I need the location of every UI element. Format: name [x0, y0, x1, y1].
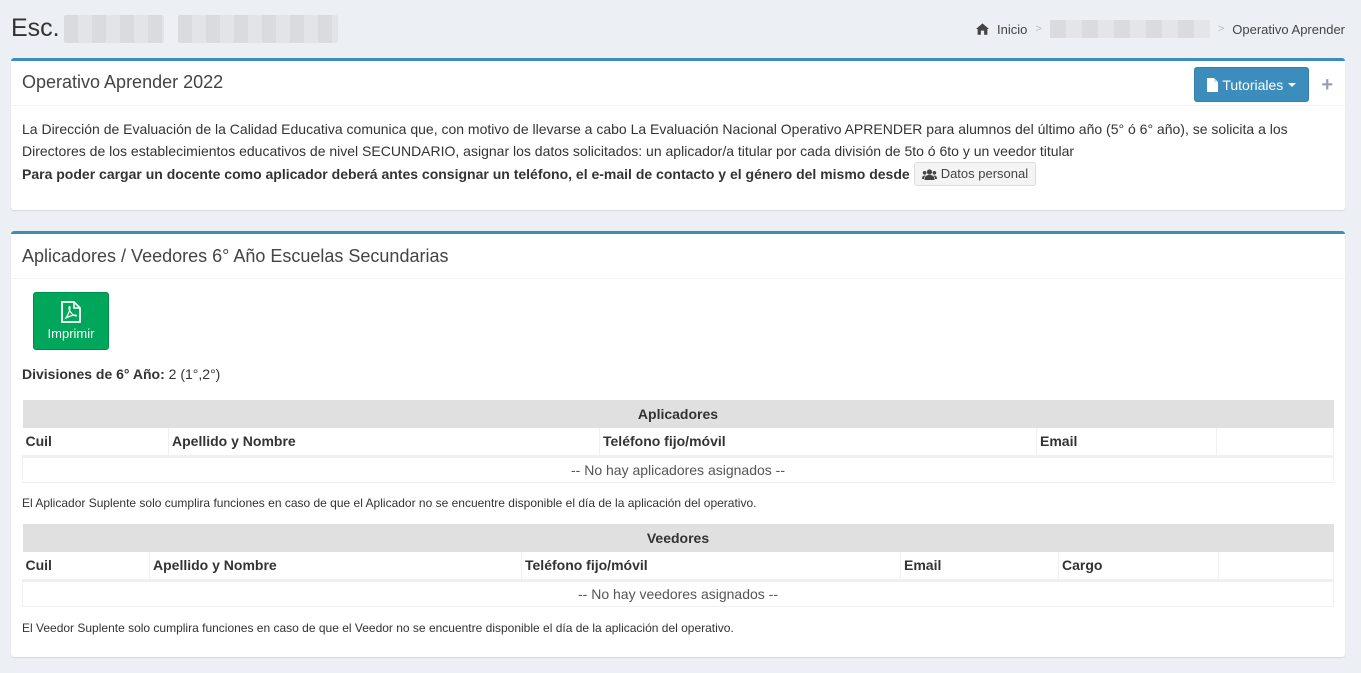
box-title: Operativo Aprender 2022	[22, 72, 224, 92]
table-header-row: Cuil Apellido y Nombre Teléfono fijo/móv…	[22, 552, 1334, 582]
redacted-school-name-part-1	[63, 14, 164, 43]
veedores-empty-message: -- No hay veedores asignados --	[22, 580, 1334, 607]
breadcrumb: Inicio > > Operativo Aprender	[976, 20, 1345, 38]
operativo-info-box: Operativo Aprender 2022 Tutoriales + La …	[11, 58, 1345, 210]
imprimir-button[interactable]: Imprimir	[33, 292, 109, 350]
table-row: -- No hay aplicadores asignados --	[22, 456, 1334, 483]
aplicador-suplente-note: El Aplicador Suplente solo cumplira func…	[22, 496, 757, 510]
breadcrumb-separator-icon: >	[1217, 23, 1225, 35]
column-header-actions	[1218, 552, 1334, 582]
imprimir-label: Imprimir	[47, 326, 95, 341]
aplicadores-caption: Aplicadores	[22, 400, 1334, 428]
column-header-actions	[1216, 428, 1334, 458]
column-header-telefono: Teléfono fijo/móvil	[521, 552, 901, 582]
file-icon	[1207, 77, 1219, 92]
info-bold-text: Para poder cargar un docente como aplica…	[22, 166, 910, 182]
column-header-cargo: Cargo	[1058, 552, 1219, 582]
breadcrumb-redacted-item[interactable]	[1049, 20, 1210, 38]
divisiones-value: 2 (1°,2°)	[168, 366, 221, 382]
column-header-cuil: Cuil	[22, 428, 169, 458]
aplicadores-veedores-box: Aplicadores / Veedores 6° Año Escuelas S…	[11, 231, 1345, 657]
page-title: Esc.	[11, 14, 338, 43]
datos-personal-button[interactable]: Datos personal	[913, 162, 1037, 186]
pdf-file-icon	[61, 301, 81, 323]
column-header-apellido-nombre: Apellido y Nombre	[149, 552, 522, 582]
aplicadores-table: Aplicadores Cuil Apellido y Nombre Teléf…	[22, 400, 1334, 483]
breadcrumb-separator-icon: >	[1035, 23, 1042, 35]
info-paragraph: La Dirección de Evaluación de la Calidad…	[22, 121, 1288, 159]
box-header: Aplicadores / Veedores 6° Año Escuelas S…	[11, 234, 1345, 279]
users-icon	[921, 168, 937, 180]
column-header-apellido-nombre: Apellido y Nombre	[168, 428, 600, 458]
box-title: Aplicadores / Veedores 6° Año Escuelas S…	[22, 246, 449, 266]
table-header-row: Cuil Apellido y Nombre Teléfono fijo/móv…	[22, 428, 1334, 458]
redacted-school-name-part-2	[177, 14, 338, 43]
box-header: Operativo Aprender 2022 Tutoriales +	[11, 61, 1345, 106]
box-tools: Tutoriales +	[1194, 67, 1333, 102]
datos-personal-label: Datos personal	[940, 166, 1029, 181]
home-icon	[976, 23, 990, 35]
divisiones-info: Divisiones de 6° Año: 2 (1°,2°)	[22, 366, 220, 382]
veedores-caption: Veedores	[22, 524, 1334, 552]
veedor-suplente-note: El Veedor Suplente solo cumplira funcion…	[22, 621, 734, 635]
expand-plus-icon[interactable]: +	[1321, 75, 1333, 95]
column-header-cuil: Cuil	[22, 552, 150, 582]
divisiones-label: Divisiones de 6° Año:	[22, 366, 165, 382]
content-header: Esc. Inicio > > Operativo Aprender	[0, 0, 1361, 58]
breadcrumb-current: Operativo Aprender	[1232, 21, 1345, 37]
caret-down-icon	[1288, 82, 1297, 87]
page-title-prefix: Esc.	[11, 14, 60, 42]
box-body: La Dirección de Evaluación de la Calidad…	[11, 106, 1345, 186]
column-header-telefono: Teléfono fijo/móvil	[599, 428, 1037, 458]
column-header-email: Email	[900, 552, 1059, 582]
breadcrumb-home-link[interactable]: Inicio	[997, 22, 1027, 37]
column-header-email: Email	[1036, 428, 1217, 458]
table-row: -- No hay veedores asignados --	[22, 580, 1334, 607]
aplicadores-empty-message: -- No hay aplicadores asignados --	[22, 456, 1334, 483]
tutoriales-dropdown-button[interactable]: Tutoriales	[1194, 67, 1310, 102]
info-bold-line: Para poder cargar un docente como aplica…	[22, 162, 1334, 186]
tutoriales-label: Tutoriales	[1222, 76, 1284, 93]
veedores-table: Veedores Cuil Apellido y Nombre Teléfono…	[22, 524, 1334, 607]
